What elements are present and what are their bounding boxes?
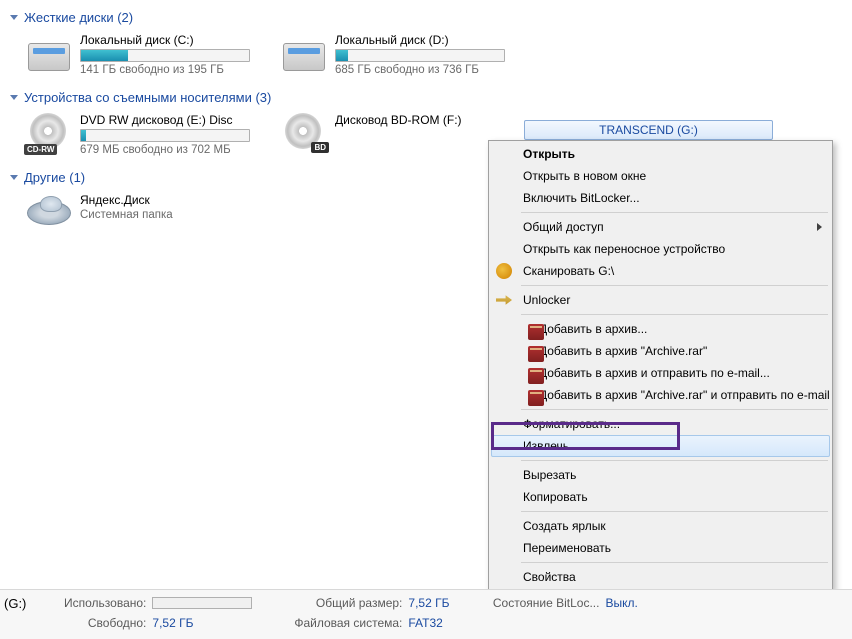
cdrw-badge: CD-RW <box>24 144 57 155</box>
capacity-bar <box>335 49 505 62</box>
hdd-icon <box>26 33 72 71</box>
menu-open[interactable]: Открыть <box>491 143 830 165</box>
status-filesystem: Файловая система: FAT32 <box>292 616 449 630</box>
status-bar: (G:) Использовано: Свободно: 7,52 ГБ Общ… <box>0 589 852 639</box>
menu-scan[interactable]: Сканировать G:\ <box>491 260 830 282</box>
mini-capacity-bar <box>152 597 252 609</box>
archive-icon <box>528 390 544 406</box>
drive-e[interactable]: CD-RW DVD RW дисковод (E:) Disc 679 МБ с… <box>24 111 269 158</box>
menu-separator <box>521 314 828 315</box>
drive-name: DVD RW дисковод (E:) Disc <box>80 113 267 127</box>
drive-status: 679 МБ свободно из 702 МБ <box>80 144 267 156</box>
menu-separator <box>521 562 828 563</box>
menu-eject[interactable]: Извлечь <box>491 435 830 457</box>
archive-icon <box>528 324 544 340</box>
drive-g-selected[interactable]: TRANSCEND (G:) <box>524 120 773 140</box>
menu-open-new-window[interactable]: Открыть в новом окне <box>491 165 830 187</box>
cd-disc-icon: CD-RW <box>26 113 72 151</box>
menu-separator <box>521 460 828 461</box>
group-header-hard-drives[interactable]: Жесткие диски (2) <box>10 6 842 31</box>
group-header-removable[interactable]: Устройства со съемными носителями (3) <box>10 86 842 111</box>
menu-rename[interactable]: Переименовать <box>491 537 830 559</box>
menu-cut[interactable]: Вырезать <box>491 464 830 486</box>
drive-d[interactable]: Локальный диск (D:) 685 ГБ свободно из 7… <box>279 31 524 78</box>
drive-name: Локальный диск (C:) <box>80 33 267 47</box>
chevron-right-icon <box>817 223 822 231</box>
menu-separator <box>521 285 828 286</box>
chevron-down-icon <box>10 95 18 100</box>
menu-format[interactable]: Форматировать... <box>491 413 830 435</box>
menu-add-archive-rar[interactable]: Добавить в архив "Archive.rar" <box>491 340 830 362</box>
archive-icon <box>528 368 544 384</box>
menu-portable-device[interactable]: Открыть как переносное устройство <box>491 238 830 260</box>
menu-copy[interactable]: Копировать <box>491 486 830 508</box>
status-drive-letter: (G:) <box>4 596 26 611</box>
drive-status: Системная папка <box>80 209 267 221</box>
menu-share[interactable]: Общий доступ <box>491 216 830 238</box>
context-menu: Открыть Открыть в новом окне Включить Bi… <box>488 140 833 591</box>
ufo-icon <box>26 193 72 231</box>
hdd-icon <box>281 33 327 71</box>
drive-name: Дисковод BD-ROM (F:) <box>335 113 522 127</box>
menu-separator <box>521 409 828 410</box>
drive-name: Яндекс.Диск <box>80 193 267 207</box>
menu-create-shortcut[interactable]: Создать ярлык <box>491 515 830 537</box>
bd-badge: BD <box>311 142 329 153</box>
drive-status: 685 ГБ свободно из 736 ГБ <box>335 64 522 76</box>
drive-name: Локальный диск (D:) <box>335 33 522 47</box>
archive-icon <box>528 346 544 362</box>
menu-add-archive[interactable]: Добавить в архив... <box>491 318 830 340</box>
drive-status: 141 ГБ свободно из 195 ГБ <box>80 64 267 76</box>
menu-unlocker[interactable]: Unlocker <box>491 289 830 311</box>
group-title: Другие (1) <box>24 170 85 185</box>
shield-icon <box>496 263 512 279</box>
group-title: Устройства со съемными носителями (3) <box>24 90 271 105</box>
menu-bitlocker[interactable]: Включить BitLocker... <box>491 187 830 209</box>
status-free: Свободно: 7,52 ГБ <box>36 616 252 630</box>
group-title: Жесткие диски (2) <box>24 10 133 25</box>
status-used: Использовано: <box>36 596 252 610</box>
menu-properties[interactable]: Свойства <box>491 566 830 588</box>
menu-add-archive-email[interactable]: Добавить в архив и отправить по e-mail..… <box>491 362 830 384</box>
key-icon <box>496 292 512 308</box>
drive-c[interactable]: Локальный диск (C:) 141 ГБ свободно из 1… <box>24 31 269 78</box>
status-bitlocker: Состояние BitLoc... Выкл. <box>489 596 637 610</box>
chevron-down-icon <box>10 15 18 20</box>
chevron-down-icon <box>10 175 18 180</box>
menu-add-rar-email[interactable]: Добавить в архив "Archive.rar" и отправи… <box>491 384 830 406</box>
capacity-bar <box>80 129 250 142</box>
menu-separator <box>521 511 828 512</box>
hard-drives-row: Локальный диск (C:) 141 ГБ свободно из 1… <box>10 31 842 78</box>
status-total: Общий размер: 7,52 ГБ <box>292 596 449 610</box>
menu-separator <box>521 212 828 213</box>
drive-yandex[interactable]: Яндекс.Диск Системная папка <box>24 191 269 233</box>
capacity-bar <box>80 49 250 62</box>
bd-disc-icon: BD <box>281 113 327 151</box>
